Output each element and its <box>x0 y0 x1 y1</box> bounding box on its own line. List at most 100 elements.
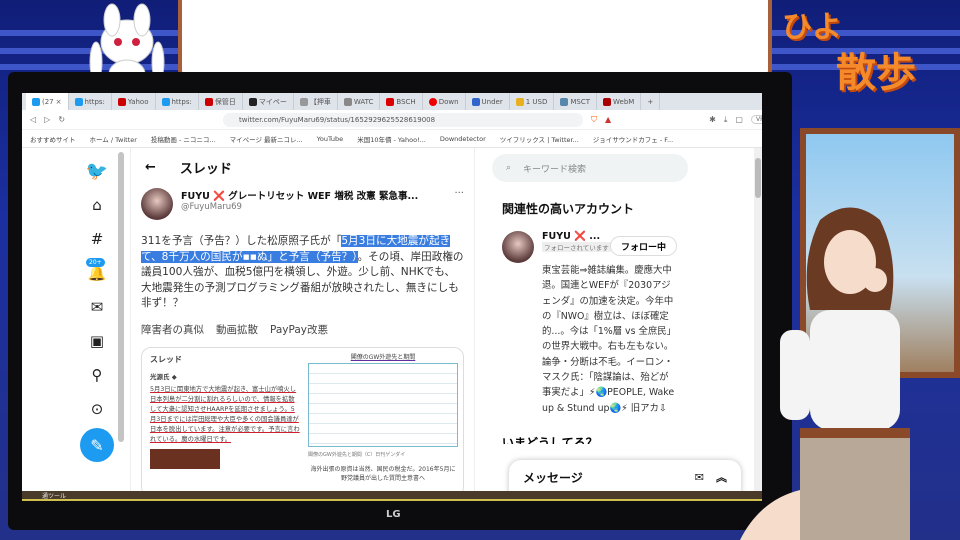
thread-column: ← スレッド FUYU ❌ グレートリセット WEF 増税 改憲 緊急事... @… <box>130 148 475 491</box>
tweet-text: 311を予言（予告？）した松原照子氏が「5月3日に大地震が起きて、8千万人の国民… <box>141 235 464 309</box>
tweet-text-part: 311を予言（予告？）した松原照子氏が「 <box>141 235 342 247</box>
tab-3[interactable]: https: <box>156 93 199 110</box>
tag-link[interactable]: 障害者の真似 <box>141 322 204 337</box>
avatar[interactable] <box>141 188 173 220</box>
embed-text: 5月3日に関東地方で大地震が起き、富士山が噴火し日本列島が二分割に割れるらしいの… <box>150 385 300 443</box>
account-name[interactable]: FUYU ❌ ... <box>542 231 611 242</box>
tab-11[interactable]: 1 USD <box>510 93 555 110</box>
related-title: 関連性の高いアカウント <box>502 202 635 216</box>
bookmark[interactable]: 米国10年債 - Yahoo!... <box>357 134 426 144</box>
compose-tweet-button[interactable]: ✎ <box>80 428 114 462</box>
explore-hashtag-icon[interactable]: # <box>86 228 108 250</box>
author-name[interactable]: FUYU <box>181 191 210 202</box>
tab-1[interactable]: https: <box>69 93 112 110</box>
thread-title: スレッド <box>179 161 232 177</box>
follows-you-badge: フォローされています <box>542 242 611 252</box>
search-icon: ⌕ <box>506 163 512 173</box>
rewards-icon[interactable]: ▲ <box>605 115 611 124</box>
tab-9[interactable]: Down <box>423 93 466 110</box>
messages-icon[interactable]: ✉ <box>86 296 108 318</box>
bookmark[interactable]: ジョイサウンドカフェ - F... <box>593 134 673 144</box>
url-field[interactable]: twitter.com/FuyuMaru69/status/1652929625… <box>223 112 584 127</box>
more-icon[interactable]: ⊙ <box>86 398 108 420</box>
download-icon[interactable]: ⤓ <box>724 115 728 125</box>
tab-label: https: <box>171 97 192 106</box>
vtuber-avatar <box>740 207 910 540</box>
tab-12[interactable]: MSCT <box>554 93 598 110</box>
tab-label: マイペー <box>258 97 287 106</box>
tab-label: 保管日 <box>214 97 236 106</box>
tweet-author: FUYU ❌ グレートリセット WEF 増税 改憲 緊急事... @FuyuMa… <box>141 188 464 220</box>
back-arrow-icon[interactable]: ← <box>145 160 156 175</box>
tab-label: BSCH <box>396 97 416 106</box>
bookmark[interactable]: おすすめサイト <box>30 134 76 144</box>
more-options-icon[interactable]: ··· <box>454 188 464 199</box>
page-icon <box>471 97 480 106</box>
nav-scrollbar[interactable] <box>118 152 124 442</box>
embed-author: 光源氏 ◆ <box>150 372 177 381</box>
related-accounts: 関連性の高いアカウント FUYU ❌ ... フォローされています フォロー中 … <box>492 192 688 424</box>
tweet-image[interactable]: スレッド 光源氏 ◆ 5月3日に関東地方で大地震が起き、富士山が噴火し日本列島が… <box>141 346 464 491</box>
notification-badge: 20+ <box>86 258 105 267</box>
bookmark[interactable]: Downdetector <box>440 135 486 143</box>
brave-shield-icon[interactable]: ⛉ <box>591 115 597 125</box>
tab-2[interactable]: Yahoo <box>112 93 156 110</box>
lists-icon[interactable]: ▣ <box>86 330 108 352</box>
tag-link[interactable]: 動画拡散 <box>216 322 258 337</box>
tab-label: 【押車 <box>309 97 331 106</box>
back-icon[interactable]: ◁ <box>30 115 36 124</box>
tag-link[interactable]: PayPay改悪 <box>270 322 328 337</box>
monitor-brand: LG <box>386 509 401 520</box>
new-message-icon[interactable]: ✉ <box>695 471 704 484</box>
table-caption: 閣僚のGW外遊先と期間（C）日刊ゲンダイ <box>308 451 406 458</box>
bookmark[interactable]: ツイフリックス | Twitter... <box>500 134 579 144</box>
tab-10[interactable]: Under <box>466 93 510 110</box>
taskbar: 通ツール <box>22 491 762 501</box>
twitter-icon <box>74 97 83 106</box>
sidebar-icon[interactable]: ▢ <box>735 115 743 124</box>
tab-13[interactable]: WebM <box>597 93 642 110</box>
tab-7[interactable]: WATC <box>338 93 381 110</box>
bookmark[interactable]: ホーム / Twitter <box>90 134 137 144</box>
messages-drawer[interactable]: メッセージ ✉ ︽ <box>509 460 741 491</box>
search-input[interactable]: ⌕ キーワード検索 <box>492 154 688 182</box>
reload-icon[interactable]: ↻ <box>58 115 65 124</box>
page-icon <box>299 97 308 106</box>
page-icon <box>603 97 612 106</box>
messages-title: メッセージ <box>523 470 583 485</box>
extensions-icon[interactable]: ✱ <box>709 115 716 124</box>
profile-icon[interactable]: ⚲ <box>86 364 108 386</box>
expand-chevron-icon[interactable]: ︽ <box>716 469 727 485</box>
page-icon <box>560 97 569 106</box>
youtube-icon <box>386 97 395 106</box>
tab-8[interactable]: BSCH <box>380 93 423 110</box>
table-title: 閣僚のGW外遊先と期間 <box>350 353 416 361</box>
tab-6[interactable]: 【押車 <box>294 93 338 110</box>
author-name-rest: グレートリセット WEF 増税 改憲 緊急事... <box>228 191 419 202</box>
tab-0[interactable]: (27 × <box>26 93 69 110</box>
twitter-logo-icon[interactable]: 🐦 <box>86 160 108 182</box>
new-tab-button[interactable]: + <box>641 93 661 110</box>
author-handle[interactable]: @FuyuMaru69 <box>181 202 418 212</box>
bookmark[interactable]: YouTube <box>317 135 343 143</box>
notifications-icon[interactable]: 🔔 20+ <box>86 258 108 284</box>
tab-label: Down <box>438 97 459 106</box>
hashtag-row: 障害者の真似 動画拡散 PayPay改悪 <box>141 322 464 337</box>
downdetector-icon <box>428 97 437 106</box>
tab-label: WebM <box>613 97 635 106</box>
avatar[interactable] <box>502 231 534 263</box>
vpn-button[interactable]: VPN <box>750 115 762 124</box>
home-icon[interactable]: ⌂ <box>86 194 108 216</box>
page-icon <box>515 97 524 106</box>
yahoo-icon <box>204 97 213 106</box>
bookmark[interactable]: マイページ 最新ニコレ... <box>230 134 303 144</box>
embed-title: スレッド <box>150 354 182 364</box>
following-button[interactable]: フォロー中 <box>610 236 678 256</box>
bookmark[interactable]: 投稿動画 - ニコニコ... <box>151 134 216 144</box>
tab-5[interactable]: マイペー <box>243 93 294 110</box>
x-emoji: ❌ <box>213 191 225 202</box>
niconico-icon <box>248 97 257 106</box>
tab-4[interactable]: 保管日 <box>199 93 243 110</box>
forward-icon[interactable]: ▷ <box>44 115 50 124</box>
trends-title: いまどうしてる？ <box>502 435 598 444</box>
